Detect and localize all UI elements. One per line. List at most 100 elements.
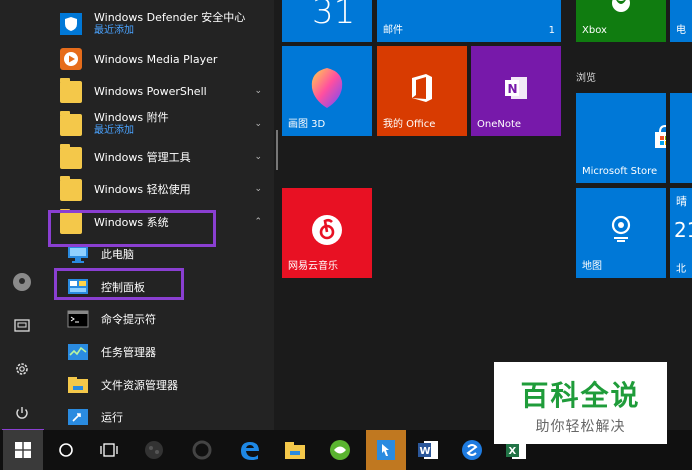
app-label: Windows PowerShell — [94, 84, 207, 98]
watermark-main-text: 百科全说 — [520, 379, 641, 412]
xbox-icon — [612, 0, 630, 12]
power-icon — [16, 407, 28, 419]
taskbar-word[interactable]: W — [408, 430, 448, 470]
app-label: Windows 附件 — [94, 111, 169, 124]
app-folder-powershell[interactable]: Windows PowerShell ⌄ — [44, 75, 274, 107]
onenote-label: OneNote — [477, 119, 522, 130]
taskbar-file-explorer[interactable] — [275, 430, 315, 470]
weather-temp: 21 — [674, 218, 692, 242]
app-command-prompt[interactable]: 命令提示符 — [44, 303, 274, 335]
store-label: Microsoft Store — [582, 166, 658, 177]
cortana-search-button[interactable] — [46, 430, 86, 470]
taskbar-edge[interactable] — [230, 430, 270, 470]
recently-added-label: 最近添加 — [94, 125, 134, 136]
file-explorer-icon — [66, 374, 90, 396]
folder-icon — [60, 176, 82, 201]
weather-condition: 晴 — [676, 195, 687, 208]
active-app-icon — [377, 440, 395, 460]
task-view-icon — [100, 443, 118, 457]
folder-icon — [60, 144, 82, 169]
xbox-tile[interactable]: Xbox — [576, 0, 666, 42]
mail-count: 1 — [548, 25, 555, 36]
maps-label: 地图 — [582, 261, 602, 272]
partial-tile-label: 电 — [676, 25, 686, 36]
app-task-manager[interactable]: 任务管理器 — [44, 336, 274, 368]
watermark-logo: 百科全说 助你轻松解决 — [494, 362, 667, 444]
task-view-button[interactable] — [89, 430, 129, 470]
app-label: 文件资源管理器 — [101, 378, 178, 392]
taskbar-active-app[interactable] — [366, 430, 406, 470]
app-file-explorer[interactable]: 文件资源管理器 — [44, 369, 274, 401]
app-list-scrollbar[interactable] — [276, 130, 278, 170]
calendar-tile[interactable]: 31 — [282, 0, 372, 42]
highlight-control-panel — [54, 268, 184, 300]
map-pin-icon — [611, 215, 631, 242]
mail-tile[interactable]: 邮件 1 — [377, 0, 561, 42]
office-icon — [412, 74, 432, 102]
start-left-rail — [0, 0, 44, 430]
highlight-windows-system — [48, 210, 216, 247]
app-label: Windows Media Player — [94, 52, 218, 66]
store-tile[interactable]: Microsoft Store — [576, 93, 666, 183]
paint3d-label: 画图 3D — [288, 119, 326, 130]
app-folder-accessories[interactable]: Windows 附件 最近添加 ⌄ — [44, 108, 274, 140]
app-run[interactable]: 运行 — [44, 401, 274, 433]
weather-tile-partial[interactable]: 晴 21 北京 — [670, 188, 692, 278]
recently-added-label: 最近添加 — [94, 25, 134, 36]
word-icon: W — [418, 441, 438, 459]
chevron-down-icon: ⌄ — [254, 86, 262, 96]
netease-music-icon — [312, 215, 342, 245]
paint3d-tile[interactable]: 画图 3D — [282, 46, 372, 136]
calendar-day: 31 — [312, 0, 356, 32]
chevron-down-icon: ⌄ — [254, 119, 262, 129]
app-windows-defender[interactable]: Windows Defender 安全中心 最近添加 — [44, 8, 274, 40]
chevron-up-icon: ⌃ — [254, 217, 262, 227]
app-label: Windows 管理工具 — [94, 150, 191, 164]
run-icon — [66, 406, 90, 428]
dim-app-icon — [192, 440, 212, 460]
app-windows-media-player[interactable]: Windows Media Player — [44, 43, 274, 75]
svg-text:X: X — [509, 446, 517, 457]
start-button[interactable] — [3, 430, 43, 470]
task-manager-icon — [66, 341, 90, 363]
taskbar-app-game[interactable] — [134, 430, 174, 470]
xbox-label: Xbox — [582, 25, 607, 36]
user-account-button[interactable] — [0, 262, 44, 302]
svg-text:W: W — [420, 446, 431, 457]
onenote-tile[interactable]: N OneNote — [471, 46, 561, 136]
folder-icon — [60, 111, 82, 136]
settings-button[interactable] — [0, 349, 44, 389]
app-label: 此电脑 — [101, 247, 134, 261]
command-prompt-icon — [66, 308, 90, 330]
documents-icon — [14, 319, 30, 332]
green-app-icon — [330, 440, 350, 460]
onenote-icon: N — [505, 77, 527, 99]
weather-city: 北京 — [676, 264, 686, 275]
partial-tile-mid[interactable] — [670, 93, 692, 183]
power-button[interactable] — [0, 393, 44, 433]
folder-icon — [60, 78, 82, 103]
user-avatar-icon — [13, 273, 31, 291]
office-tile[interactable]: 我的 Office — [377, 46, 467, 136]
store-bag-icon — [655, 124, 666, 148]
sogou-icon — [462, 440, 482, 460]
taskbar-app-dim[interactable] — [182, 430, 222, 470]
app-label: Windows 轻松使用 — [94, 182, 191, 196]
taskbar-sogou[interactable] — [452, 430, 492, 470]
app-folder-ease-of-access[interactable]: Windows 轻松使用 ⌄ — [44, 173, 274, 205]
cortana-circle-icon — [59, 443, 73, 457]
taskbar-green-app[interactable] — [320, 430, 360, 470]
partial-tile-top[interactable]: 电 — [670, 0, 692, 42]
chevron-down-icon: ⌄ — [254, 184, 262, 194]
app-folder-admin-tools[interactable]: Windows 管理工具 ⌄ — [44, 141, 274, 173]
netease-music-tile[interactable]: 网易云音乐 — [282, 188, 372, 278]
maps-tile[interactable]: 地图 — [576, 188, 666, 278]
netease-music-label: 网易云音乐 — [288, 261, 338, 272]
app-label: Windows Defender 安全中心 — [94, 11, 246, 24]
shield-icon — [60, 13, 82, 35]
documents-button[interactable] — [0, 305, 44, 345]
section-browse-label: 浏览 — [576, 73, 596, 84]
chevron-down-icon: ⌄ — [254, 152, 262, 162]
app-label: 命令提示符 — [101, 312, 156, 326]
app-label: 运行 — [101, 410, 123, 424]
